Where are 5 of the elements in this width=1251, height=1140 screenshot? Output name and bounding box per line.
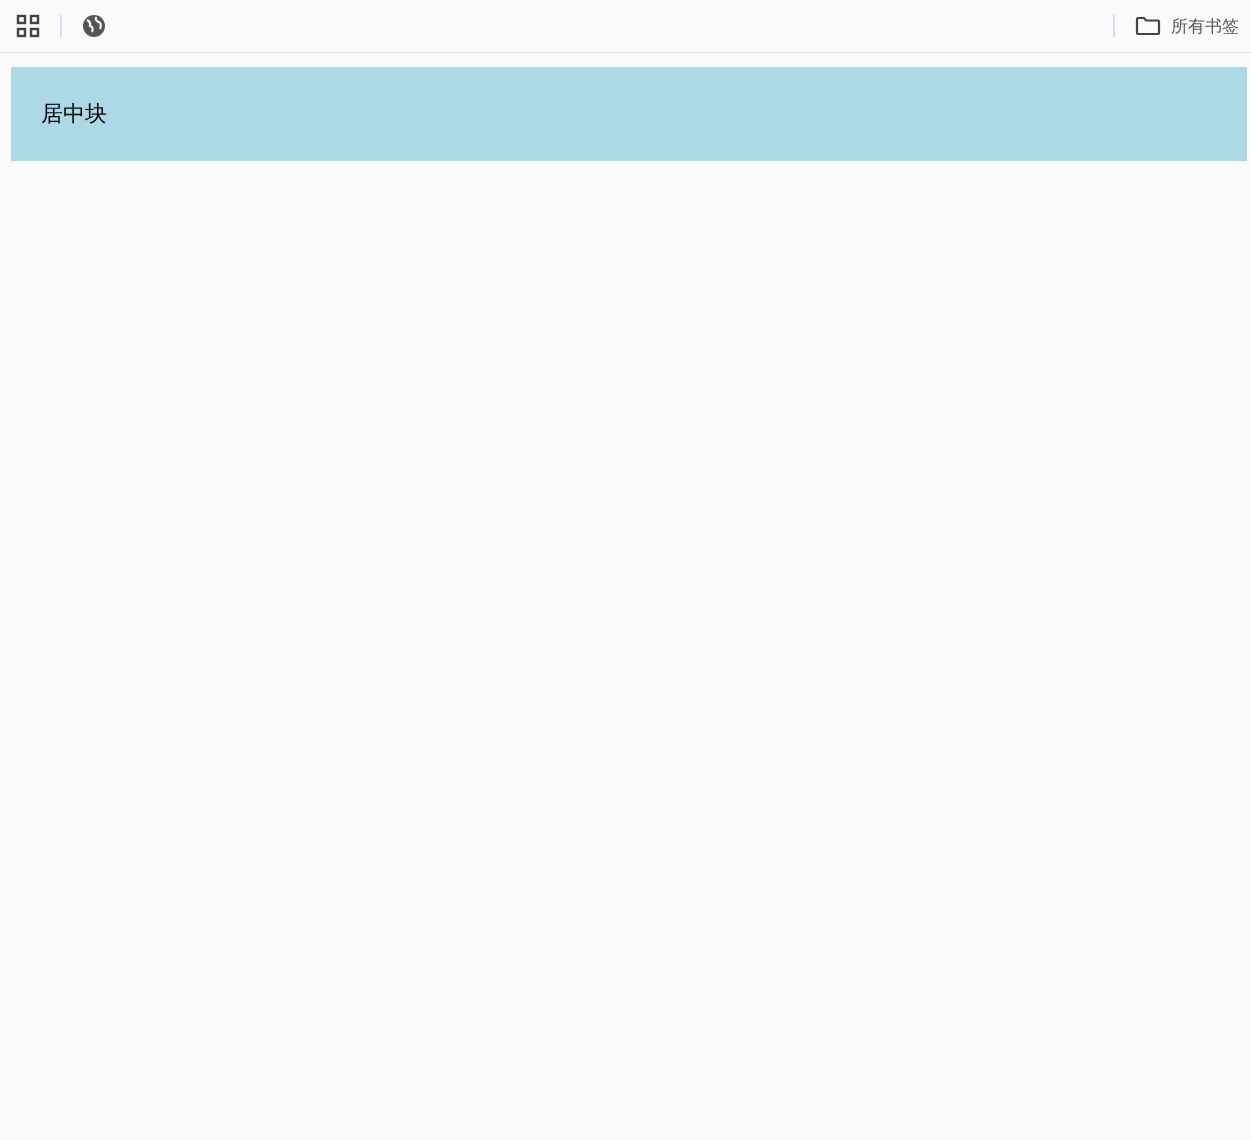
apps-icon[interactable] [16,14,40,38]
block-label: 居中块 [41,100,107,128]
globe-icon[interactable] [82,14,106,38]
all-bookmarks-folder[interactable]: 所有书签 [1135,14,1239,38]
folder-icon [1135,16,1161,36]
